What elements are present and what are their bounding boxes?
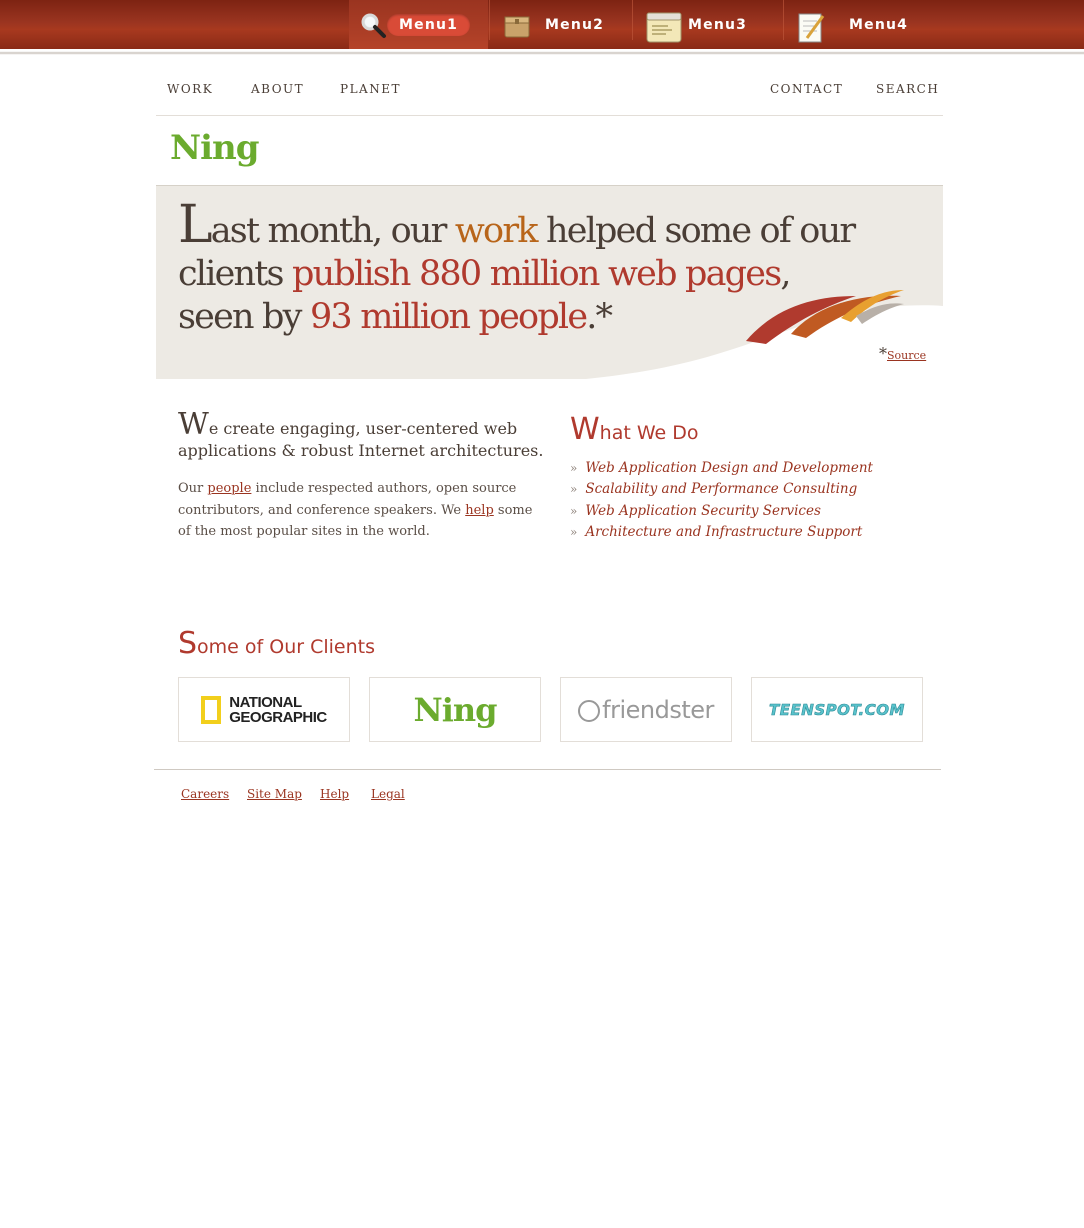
double-chevron-icon: » [570, 461, 578, 475]
menu4-button[interactable]: Menu4 [797, 0, 907, 49]
nav-search[interactable]: SEARCH [876, 82, 939, 96]
clients-heading: Some of Our Clients [178, 626, 376, 661]
hero-banner: Last month, our work helped some of our … [156, 185, 943, 379]
hero-headline: Last month, our work helped some of our … [178, 195, 856, 337]
natgeo-wordmark: NATIONAL GEOGRAPHIC [229, 693, 327, 726]
calendar-icon [646, 11, 682, 42]
footer-legal-link[interactable]: Legal [371, 787, 405, 801]
nav-planet[interactable]: PLANET [340, 82, 401, 96]
nav-divider [156, 115, 943, 116]
menu1-label: Menu1 [387, 13, 471, 36]
service-item[interactable]: » Web Application Design and Development [570, 458, 873, 479]
menu3-label: Menu3 [688, 16, 748, 33]
service-item[interactable]: » Scalability and Performance Consulting [570, 479, 873, 500]
source-link[interactable]: Source [887, 349, 926, 362]
service-item[interactable]: » Web Application Security Services [570, 501, 873, 522]
double-chevron-icon: » [570, 503, 578, 518]
footer-sitemap-link[interactable]: Site Map [247, 787, 302, 801]
service-item[interactable]: » Architecture and Infrastructure Support [570, 522, 873, 543]
people-link[interactable]: people [207, 481, 251, 496]
menu-separator [632, 0, 633, 40]
services-list: » Web Application Design and Development … [570, 458, 873, 543]
notepad-icon [797, 11, 825, 42]
nav-contact[interactable]: CONTACT [770, 82, 843, 96]
top-menu-bar: Menu1 Menu2 Menu3 Menu4 [0, 0, 1084, 49]
box-icon [503, 11, 531, 39]
topbar-divider [0, 49, 1084, 56]
smiley-icon [578, 699, 601, 722]
menu4-label: Menu4 [849, 16, 909, 33]
footer-careers-link[interactable]: Careers [181, 787, 229, 801]
ning-wordmark: Ning [413, 690, 497, 729]
double-chevron-icon: » [570, 524, 578, 539]
intro-paragraph: Our people include respected authors, op… [178, 481, 533, 539]
hero-source: *Source [879, 344, 927, 363]
client-ning[interactable]: Ning [369, 677, 541, 742]
client-logo-ning: Ning [170, 128, 259, 168]
nav-about[interactable]: ABOUT [251, 82, 304, 96]
footer-help-link[interactable]: Help [320, 787, 349, 801]
teenspot-wordmark: TEENSPOT.COM [769, 700, 905, 719]
what-we-do-heading: What We Do [570, 412, 699, 447]
menu2-label: Menu2 [545, 16, 605, 33]
client-natgeo[interactable]: NATIONAL GEOGRAPHIC [178, 677, 350, 742]
menu-separator [783, 0, 784, 40]
menu3-button[interactable]: Menu3 [646, 0, 782, 49]
double-chevron-icon: » [570, 482, 578, 497]
menu2-button[interactable]: Menu2 [503, 0, 631, 49]
footer-divider [154, 769, 941, 770]
friendster-wordmark: friendster [602, 695, 714, 724]
nav-work[interactable]: WORK [167, 82, 213, 96]
menu-separator [489, 0, 490, 40]
client-teenspot[interactable]: TEENSPOT.COM [751, 677, 923, 742]
intro-lead: We create engaging, user-centered web ap… [178, 407, 544, 461]
hero-work-link[interactable]: work [455, 211, 539, 251]
help-link[interactable]: help [465, 503, 494, 518]
natgeo-frame-icon [201, 695, 222, 724]
menu1-button[interactable]: Menu1 [349, 0, 488, 49]
magnifier-icon [359, 11, 387, 39]
client-friendster[interactable]: friendster [560, 677, 732, 742]
